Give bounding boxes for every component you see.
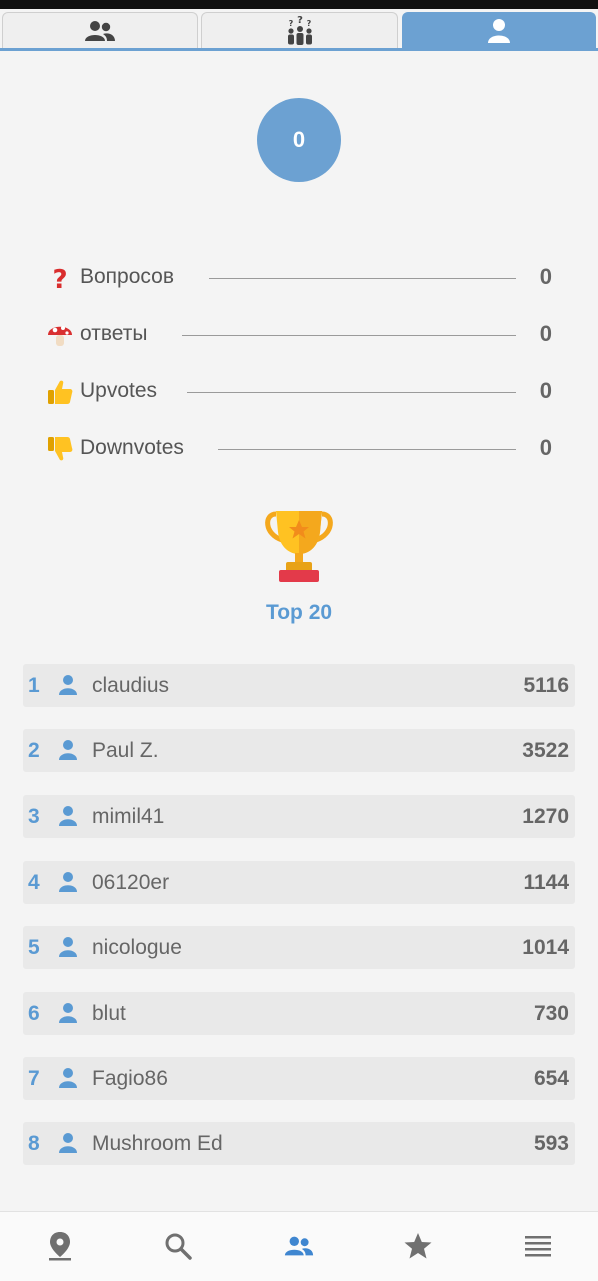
stat-value: 0	[539, 435, 552, 460]
rank-number: 6	[28, 1002, 40, 1025]
thumbs-up-icon	[48, 380, 73, 404]
user-icon	[59, 1068, 77, 1088]
nav-map[interactable]	[40, 1228, 80, 1264]
top-tabs: ? ? ?	[0, 12, 598, 49]
user-points: 654	[533, 1067, 569, 1090]
tab-underline	[0, 48, 598, 51]
user-points: 730	[533, 1002, 569, 1025]
nav-favorites[interactable]	[398, 1228, 438, 1264]
leaderboard-row[interactable]: 3 mimil41 1270	[23, 795, 575, 838]
rank-number: 3	[28, 805, 40, 828]
user-points: 1014	[522, 936, 569, 959]
leaderboard-row[interactable]: 8 Mushroom Ed 593	[23, 1122, 575, 1165]
menu-icon	[525, 1236, 551, 1257]
stat-label: Downvotes	[80, 436, 184, 459]
stat-divider	[209, 278, 516, 279]
user-name: claudius	[92, 674, 170, 697]
user-name: Mushroom Ed	[92, 1132, 223, 1155]
user-icon	[59, 1133, 77, 1153]
svg-text:?: ?	[288, 19, 293, 28]
rank-number: 5	[28, 936, 40, 959]
user-points: 1270	[522, 805, 569, 828]
leaderboard-row[interactable]: 4 06120er 1144	[23, 861, 575, 904]
question-mark-icon: ?	[52, 265, 67, 292]
user-icon	[59, 740, 77, 760]
leaderboard-title: Top 20	[265, 601, 333, 624]
stat-value: 0	[539, 321, 552, 346]
stat-divider	[182, 335, 516, 336]
map-pin-icon	[49, 1232, 71, 1261]
tab-friends[interactable]	[2, 12, 198, 48]
leaderboard-row[interactable]: 1 claudius 5116	[23, 664, 575, 707]
tab-community-questions[interactable]: ? ? ?	[201, 12, 398, 48]
user-name: Fagio86	[92, 1067, 168, 1090]
stat-questions: ? Вопросов 0	[46, 263, 554, 293]
user-points: 1144	[523, 871, 569, 894]
nav-search[interactable]	[158, 1228, 198, 1264]
user-points: 593	[533, 1132, 569, 1155]
nav-menu[interactable]	[518, 1228, 558, 1264]
mushroom-icon	[48, 326, 72, 346]
community-icon	[284, 1236, 314, 1256]
stat-answers: ответы 0	[46, 320, 554, 350]
stat-divider	[187, 392, 516, 393]
user-name: mimil41	[92, 805, 165, 828]
search-icon	[165, 1233, 192, 1260]
user-name: blut	[92, 1002, 126, 1025]
user-name: 06120er	[92, 871, 170, 894]
user-icon	[59, 872, 77, 892]
rank-number: 2	[28, 739, 40, 762]
stat-label: ответы	[80, 322, 148, 345]
leaderboard-row[interactable]: 7 Fagio86 654	[23, 1057, 575, 1100]
user-name: Paul Z.	[92, 739, 159, 762]
user-points: 3522	[522, 739, 569, 762]
score-badge: 0	[257, 98, 341, 182]
bottom-navigation	[0, 1211, 598, 1281]
stat-downvotes: Downvotes 0	[46, 434, 554, 464]
star-icon	[404, 1233, 432, 1259]
rank-number: 4	[28, 871, 40, 894]
stat-divider	[218, 449, 516, 450]
person-icon	[488, 18, 510, 43]
stat-value: 0	[539, 378, 552, 403]
rank-number: 1	[28, 674, 40, 697]
group-question-icon: ? ? ?	[287, 15, 312, 45]
leaderboard-row[interactable]: 5 nicologue 1014	[23, 926, 575, 969]
status-bar	[0, 0, 598, 9]
people-icon	[85, 20, 115, 41]
user-points: 5116	[523, 674, 569, 697]
svg-text:?: ?	[306, 19, 311, 28]
nav-community[interactable]	[279, 1228, 319, 1264]
rank-number: 8	[28, 1132, 40, 1155]
leaderboard-row[interactable]: 6 blut 730	[23, 992, 575, 1035]
user-icon	[59, 675, 77, 695]
user-icon	[59, 806, 77, 826]
thumbs-down-icon	[48, 437, 73, 461]
stat-label: Upvotes	[80, 379, 158, 402]
leaderboard-row[interactable]: 2 Paul Z. 3522	[23, 729, 575, 772]
user-name: nicologue	[92, 936, 182, 959]
user-icon	[59, 1003, 77, 1023]
stat-value: 0	[539, 264, 552, 289]
rank-number: 7	[28, 1067, 40, 1090]
stat-upvotes: Upvotes 0	[46, 377, 554, 407]
trophy-icon	[265, 511, 333, 582]
stat-label: Вопросов	[80, 265, 174, 288]
svg-text:?: ?	[52, 265, 67, 292]
user-icon	[59, 937, 77, 957]
svg-text:?: ?	[297, 15, 303, 26]
tab-profile[interactable]	[402, 12, 596, 48]
